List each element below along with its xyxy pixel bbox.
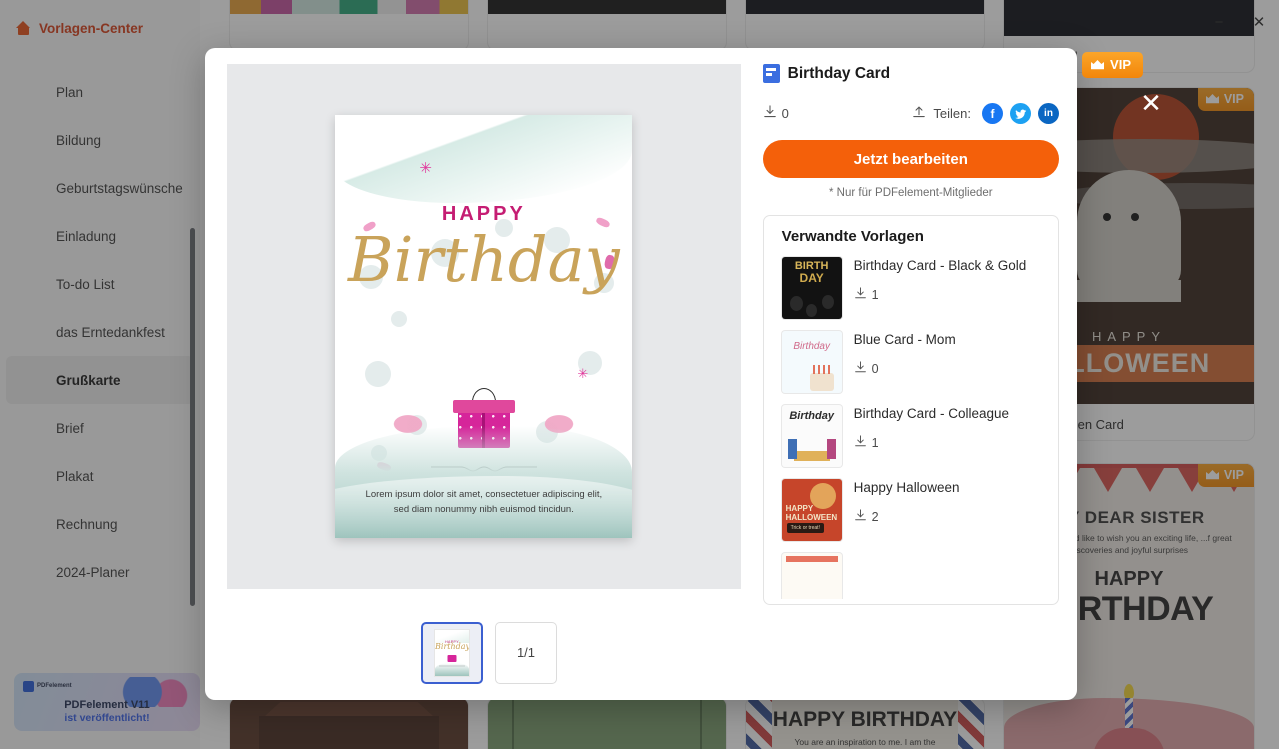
- download-icon: [763, 105, 777, 122]
- thumb-text: HAPPY HALLOWEEN: [785, 504, 838, 523]
- related-info: Birthday Card - Black & Gold 1: [854, 257, 1044, 319]
- related-download-label: 0: [871, 362, 879, 377]
- thumb-text: Birthday: [789, 410, 834, 422]
- sparkle-icon: ✳: [419, 160, 432, 177]
- thumb-text: Birthday: [793, 341, 830, 352]
- related-name: Happy Halloween: [853, 480, 960, 495]
- related-thumbnail: Birthday: [781, 405, 842, 467]
- related-download-count: 1: [854, 287, 1044, 303]
- related-thumbnail: BIRTH DAY: [781, 257, 842, 319]
- app-window: VIP ...day Card HAPPY: [0, 0, 1279, 749]
- preview-body-line1: Lorem ipsum dolor sit amet, consectetuer…: [365, 489, 603, 500]
- related-thumbnail: Birthday: [781, 331, 842, 393]
- page-indicator-label: 1/1: [516, 645, 536, 660]
- page-thumbnail-1[interactable]: HAPPY Birthday: [421, 621, 483, 684]
- preview-body-text: Lorem ipsum dolor sit amet, consectetuer…: [359, 487, 608, 517]
- preview-birthday-text: Birthday: [348, 223, 620, 296]
- related-download-count: 2: [854, 509, 1044, 525]
- modal-body: ✳ ✳ HAPPY Birthday Lorem ipsum dolor sit…: [205, 48, 1077, 605]
- template-info-pane: Birthday Card 0 Teilen: f in Jetzt bearb…: [762, 64, 1059, 605]
- related-name: Birthday Card - Black & Gold: [853, 258, 1027, 273]
- related-templates-list[interactable]: BIRTH DAY Birthday Card - Black & Gold 1…: [764, 253, 1058, 599]
- related-download-label: 2: [871, 510, 879, 525]
- related-download-label: 1: [871, 436, 879, 451]
- page-thumbnails: HAPPY Birthday 1/1: [205, 605, 1077, 700]
- crown-icon: [1091, 59, 1105, 70]
- close-icon: ✕: [1140, 88, 1162, 118]
- related-name: Birthday Card - Colleague: [853, 406, 1009, 421]
- template-detail-modal: VIP ✕ ✳ ✳ HAPPY Birthday Lorem ipsum dol…: [205, 48, 1162, 700]
- modal-close-button[interactable]: ✕: [1137, 90, 1165, 118]
- related-templates-panel: Verwandte Vorlagen BIRTH DAY Birthday Ca…: [762, 215, 1059, 605]
- sparkle-icon: ✳: [577, 366, 589, 381]
- preview-body-line2: sed diam nonummy nibh euismod tincidun.: [393, 504, 574, 516]
- related-thumbnail: HAPPY HALLOWEEN Trick or treat!: [781, 479, 842, 541]
- page-indicator[interactable]: 1/1: [495, 621, 557, 684]
- related-download-label: 1: [871, 288, 879, 303]
- preview-card: ✳ ✳ HAPPY Birthday Lorem ipsum dolor sit…: [335, 115, 633, 538]
- share-label: Teilen:: [933, 106, 971, 121]
- facebook-share-icon[interactable]: f: [982, 103, 1003, 124]
- related-template-item[interactable]: Birthday Blue Card - Mom 0: [764, 327, 1058, 401]
- related-download-count: 0: [854, 361, 1044, 377]
- related-download-count: 1: [854, 435, 1044, 451]
- related-template-item[interactable]: [764, 549, 1058, 599]
- related-info: Birthday Card - Colleague 1: [854, 405, 1044, 467]
- pdfelement-icon: [762, 64, 780, 83]
- download-icon: [854, 435, 867, 451]
- thumb-pill: Trick or treat!: [786, 523, 824, 533]
- related-thumbnail: [781, 553, 842, 599]
- related-name: Blue Card - Mom: [853, 332, 956, 347]
- share-icon: [912, 105, 926, 122]
- twitter-share-icon[interactable]: [1010, 103, 1031, 124]
- download-count-label: 0: [781, 106, 789, 121]
- related-info: Happy Halloween 2: [854, 479, 1044, 541]
- linkedin-share-icon[interactable]: in: [1038, 103, 1059, 124]
- member-note: * Nur für PDFelement-Mitglieder: [829, 187, 993, 199]
- related-info: Blue Card - Mom 0: [854, 331, 1044, 393]
- related-template-item[interactable]: HAPPY HALLOWEEN Trick or treat! Happy Ha…: [764, 475, 1058, 549]
- download-icon: [854, 509, 867, 525]
- related-info: [854, 553, 1044, 599]
- download-icon: [854, 287, 867, 303]
- related-template-item[interactable]: Birthday Birthday Card - Colleague 1: [764, 401, 1058, 475]
- download-count: 0: [763, 105, 789, 122]
- template-meta-row: 0 Teilen: f in: [763, 103, 1059, 124]
- modal-vip-badge: VIP: [1082, 52, 1143, 78]
- share-group: Teilen: f in: [912, 103, 1059, 124]
- template-title: Birthday Card: [762, 64, 1059, 83]
- related-template-item[interactable]: BIRTH DAY Birthday Card - Black & Gold 1: [764, 253, 1058, 327]
- vip-label: VIP: [1110, 57, 1131, 72]
- template-title-label: Birthday Card: [787, 64, 891, 82]
- template-preview-pane[interactable]: ✳ ✳ HAPPY Birthday Lorem ipsum dolor sit…: [227, 64, 741, 589]
- download-icon: [854, 361, 867, 377]
- related-templates-title: Verwandte Vorlagen: [781, 228, 924, 245]
- mini-preview: HAPPY Birthday: [435, 629, 469, 676]
- thumb-text-line: HALLOWEEN: [785, 512, 838, 522]
- thumb-text: DAY: [799, 271, 824, 285]
- edit-now-button[interactable]: Jetzt bearbeiten: [762, 140, 1059, 178]
